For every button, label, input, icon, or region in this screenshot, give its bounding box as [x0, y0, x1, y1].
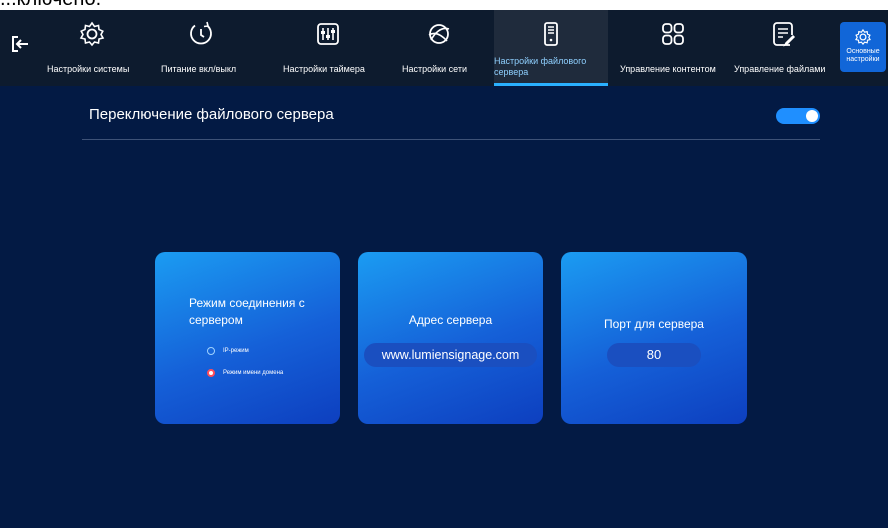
radio-ip-mode[interactable]: IP-режим — [207, 347, 249, 355]
radio-label: Режим имени домена — [223, 370, 284, 376]
divider — [82, 139, 820, 140]
server-port-input[interactable]: 80 — [607, 343, 701, 367]
gear-icon — [855, 28, 871, 45]
nav-item-file-server-settings[interactable]: Настройки файлового сервера — [494, 10, 608, 86]
cropped-caption: ...ключено. — [0, 0, 888, 10]
file-server-toggle[interactable] — [776, 108, 820, 124]
server-address-card: Адрес сервера www.lumiensignage.com — [358, 252, 543, 424]
file-server-switch-title: Переключение файлового сервера — [89, 106, 334, 123]
grid-icon — [662, 23, 684, 45]
network-icon — [428, 24, 450, 44]
basic-settings-button[interactable]: Основные настройки — [840, 22, 886, 72]
connection-mode-title: Режим соединения с сервером — [189, 296, 305, 327]
nav-label: Настройки файлового сервера — [494, 56, 587, 77]
radio-domain-mode[interactable]: Режим имени домена — [207, 369, 283, 377]
exit-icon[interactable] — [8, 32, 32, 56]
app-window: Настройки системы Питание вкл/выкл Настр… — [0, 10, 888, 528]
toggle-knob — [806, 110, 818, 122]
gear-icon — [79, 21, 105, 47]
top-nav-bar: Настройки системы Питание вкл/выкл Настр… — [0, 10, 888, 86]
server-address-input[interactable]: www.lumiensignage.com — [364, 343, 537, 367]
server-port-card: Порт для сервера 80 — [561, 252, 747, 424]
screen: ...ключено. Настройки системы — [0, 0, 888, 528]
power-timer-icon — [190, 21, 212, 45]
server-icon — [544, 22, 558, 46]
nav-item-file-management[interactable]: Управление файлами — [734, 10, 834, 86]
server-address-title: Адрес сервера — [408, 313, 493, 327]
server-port-title: Порт для сервера — [604, 317, 704, 331]
basic-settings-label: Основные настройки — [846, 48, 880, 63]
connection-mode-card: Режим соединения с сервером IP-режим Реж… — [155, 252, 340, 424]
nav-item-timer-settings[interactable]: Настройки таймера — [283, 10, 373, 86]
nav-label: Настройки таймера — [283, 64, 365, 74]
radio-label: IP-режим — [223, 348, 249, 354]
radio-button-selected[interactable] — [207, 369, 215, 377]
nav-item-power-schedule[interactable]: Питание вкл/выкл — [161, 10, 241, 86]
nav-item-network-settings[interactable]: Настройки сети — [402, 10, 476, 86]
active-tab-underline — [494, 83, 608, 86]
nav-label: Управление файлами — [734, 64, 826, 74]
nav-label: Настройки сети — [402, 64, 467, 74]
sliders-icon — [317, 23, 339, 45]
nav-label: Настройки системы — [47, 64, 130, 74]
nav-label: Управление контентом — [620, 64, 716, 74]
radio-button-unselected[interactable] — [207, 347, 215, 355]
file-edit-icon — [773, 22, 796, 47]
nav-item-system-settings[interactable]: Настройки системы — [47, 10, 137, 86]
nav-label: Питание вкл/выкл — [161, 64, 237, 74]
nav-item-content-management[interactable]: Управление контентом — [620, 10, 726, 86]
